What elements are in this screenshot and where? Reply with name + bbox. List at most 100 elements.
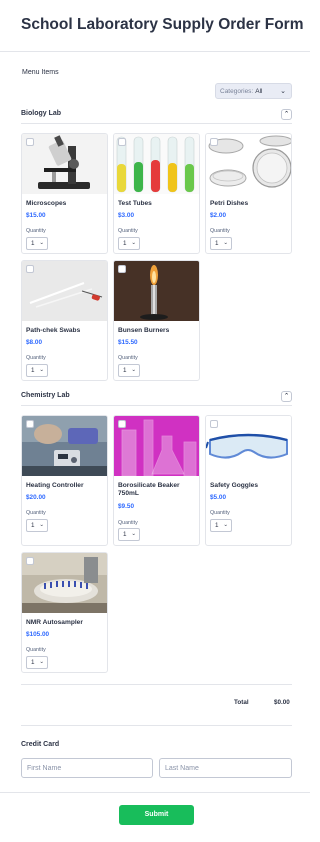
total-value: $0.00 [274, 699, 290, 706]
chevron-down-icon: ⌄ [39, 240, 44, 246]
beaker-image [114, 416, 199, 476]
product-price: $5.00 [210, 494, 226, 501]
product-name: Bunsen Burners [118, 327, 170, 334]
test-tubes-image [114, 134, 199, 194]
total-label: Total [234, 699, 249, 706]
quantity-value: 1 [31, 240, 35, 247]
quantity-value: 1 [123, 367, 127, 374]
quantity-label: Quantity [118, 228, 138, 234]
chevron-down-icon: ⌄ [280, 88, 286, 95]
select-checkbox[interactable] [118, 138, 126, 146]
menu-items-label: Menu Items [22, 69, 59, 76]
quantity-select[interactable]: 1 ⌄ [210, 237, 232, 250]
quantity-select[interactable]: 1 ⌄ [26, 656, 48, 669]
quantity-value: 1 [123, 240, 127, 247]
product-name: Safety Goggles [210, 482, 259, 489]
quantity-value: 1 [215, 522, 219, 529]
quantity-select[interactable]: 1 ⌄ [26, 237, 48, 250]
section-title-chemistry: Chemistry Lab [21, 392, 70, 399]
chevron-down-icon: ⌄ [39, 659, 44, 665]
product-card-microscopes[interactable]: Microscopes $15.00 Quantity 1 ⌄ [21, 133, 108, 254]
product-card-heating-controller[interactable]: Heating Controller $20.00 Quantity 1 ⌄ [21, 415, 108, 546]
quantity-select[interactable]: 1 ⌄ [118, 528, 140, 541]
payment-divider [21, 725, 292, 726]
quantity-value: 1 [31, 659, 35, 666]
section-title-biology: Biology Lab [21, 110, 62, 117]
select-checkbox[interactable] [118, 420, 126, 428]
swabs-image [22, 261, 107, 321]
chevron-down-icon: ⌄ [39, 522, 44, 528]
categories-value: All [255, 87, 263, 95]
chevron-down-icon: ⌄ [223, 522, 228, 528]
product-price: $3.00 [118, 212, 134, 219]
categories-dropdown[interactable]: Categories: All ⌄ [215, 83, 292, 99]
footer-divider [0, 792, 310, 793]
submit-button[interactable]: Submit [119, 805, 194, 825]
product-name: Borosilicate Beaker 750mL [118, 482, 180, 497]
microscope-image [22, 134, 107, 194]
quantity-label: Quantity [118, 355, 138, 361]
chevron-down-icon: ⌄ [131, 240, 136, 246]
quantity-select[interactable]: 1 ⌄ [210, 519, 232, 532]
quantity-select[interactable]: 1 ⌄ [118, 237, 140, 250]
quantity-label: Quantity [26, 647, 46, 653]
quantity-select[interactable]: 1 ⌄ [26, 519, 48, 532]
product-price: $15.50 [118, 339, 138, 346]
product-card-petri-dishes[interactable]: Petri Dishes $2.00 Quantity 1 ⌄ [205, 133, 292, 254]
collapse-biology-button[interactable]: ⌃ [281, 109, 292, 120]
quantity-label: Quantity [26, 355, 46, 361]
product-card-swabs[interactable]: Path-chek Swabs $8.00 Quantity 1 ⌄ [21, 260, 108, 381]
quantity-value: 1 [31, 367, 35, 374]
quantity-label: Quantity [118, 520, 138, 526]
select-checkbox[interactable] [26, 265, 34, 273]
section-divider [21, 405, 292, 406]
select-checkbox[interactable] [118, 265, 126, 273]
select-checkbox[interactable] [210, 420, 218, 428]
product-name: Microscopes [26, 200, 67, 207]
product-card-goggles[interactable]: Safety Goggles $5.00 Quantity 1 ⌄ [205, 415, 292, 546]
chevron-down-icon: ⌄ [39, 367, 44, 373]
section-divider [21, 123, 292, 124]
collapse-chemistry-button[interactable]: ⌃ [281, 391, 292, 402]
chevron-down-icon: ⌄ [223, 240, 228, 246]
form-header: School Laboratory Supply Order Form [0, 0, 310, 52]
select-checkbox[interactable] [26, 138, 34, 146]
product-price: $2.00 [210, 212, 226, 219]
select-checkbox[interactable] [26, 557, 34, 565]
chevron-down-icon: ⌄ [131, 531, 136, 537]
select-checkbox[interactable] [210, 138, 218, 146]
goggles-image [206, 416, 291, 476]
chevron-down-icon: ⌄ [131, 367, 136, 373]
select-checkbox[interactable] [26, 420, 34, 428]
product-card-bunsen[interactable]: Bunsen Burners $15.50 Quantity 1 ⌄ [113, 260, 200, 381]
product-name: Path-chek Swabs [26, 327, 81, 334]
categories-prefix: Categories: [220, 87, 254, 95]
quantity-label: Quantity [210, 510, 230, 516]
product-price: $15.00 [26, 212, 46, 219]
total-divider [21, 684, 292, 685]
product-price: $20.00 [26, 494, 46, 501]
bunsen-burner-image [114, 261, 199, 321]
last-name-field[interactable] [159, 758, 292, 778]
product-price: $8.00 [26, 339, 42, 346]
nmr-autosampler-image [22, 553, 107, 613]
quantity-label: Quantity [26, 228, 46, 234]
product-name: NMR Autosampler [26, 619, 83, 626]
quantity-value: 1 [123, 531, 127, 538]
first-name-field[interactable] [21, 758, 153, 778]
quantity-label: Quantity [26, 510, 46, 516]
product-card-beaker[interactable]: Borosilicate Beaker 750mL $9.50 Quantity… [113, 415, 200, 546]
product-name: Test Tubes [118, 200, 152, 207]
petri-dishes-image [206, 134, 291, 194]
product-card-nmr[interactable]: NMR Autosampler $105.00 Quantity 1 ⌄ [21, 552, 108, 673]
quantity-select[interactable]: 1 ⌄ [118, 364, 140, 377]
product-name: Petri Dishes [210, 200, 249, 207]
quantity-select[interactable]: 1 ⌄ [26, 364, 48, 377]
product-name: Heating Controller [26, 482, 84, 489]
heating-controller-image [22, 416, 107, 476]
quantity-value: 1 [215, 240, 219, 247]
product-price: $9.50 [118, 503, 134, 510]
product-price: $105.00 [26, 631, 50, 638]
product-card-test-tubes[interactable]: Test Tubes $3.00 Quantity 1 ⌄ [113, 133, 200, 254]
form-title: School Laboratory Supply Order Form [21, 16, 304, 33]
